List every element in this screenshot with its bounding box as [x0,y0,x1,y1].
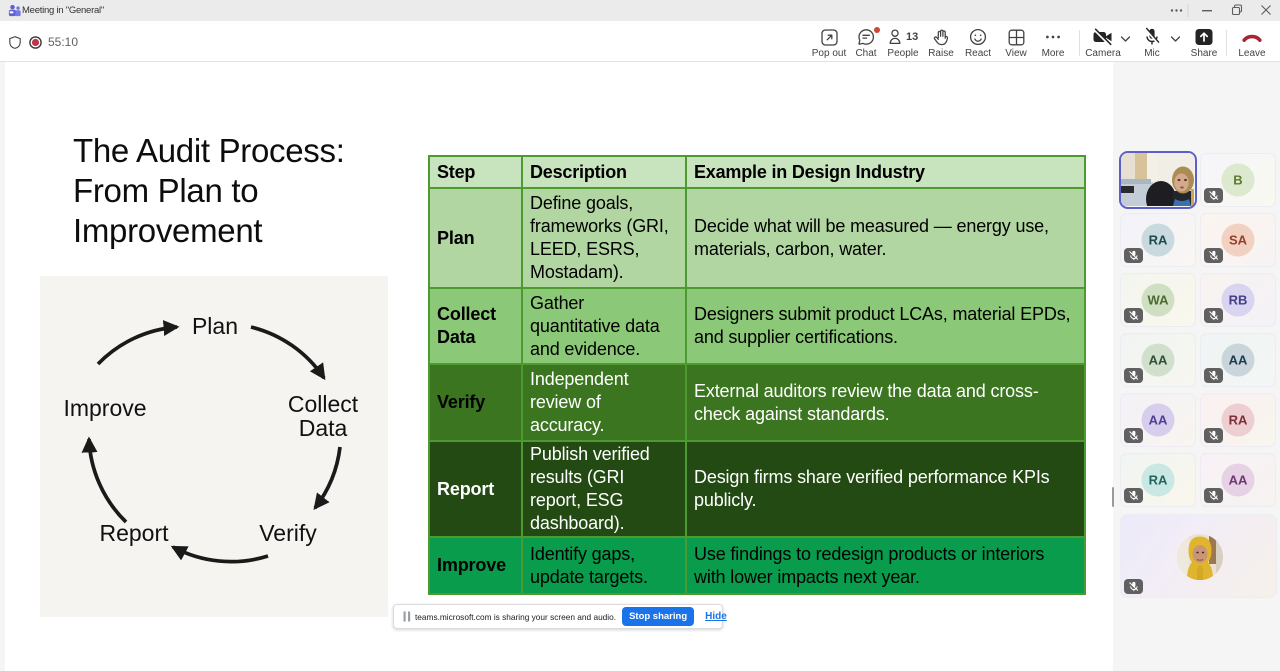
svg-text:Data: Data [299,415,348,441]
svg-text:Report: Report [99,520,169,546]
svg-text:Plan: Plan [192,313,238,339]
svg-text:Verify: Verify [259,520,317,546]
svg-text:Improve: Improve [63,395,146,421]
svg-text:Collect: Collect [288,391,359,417]
